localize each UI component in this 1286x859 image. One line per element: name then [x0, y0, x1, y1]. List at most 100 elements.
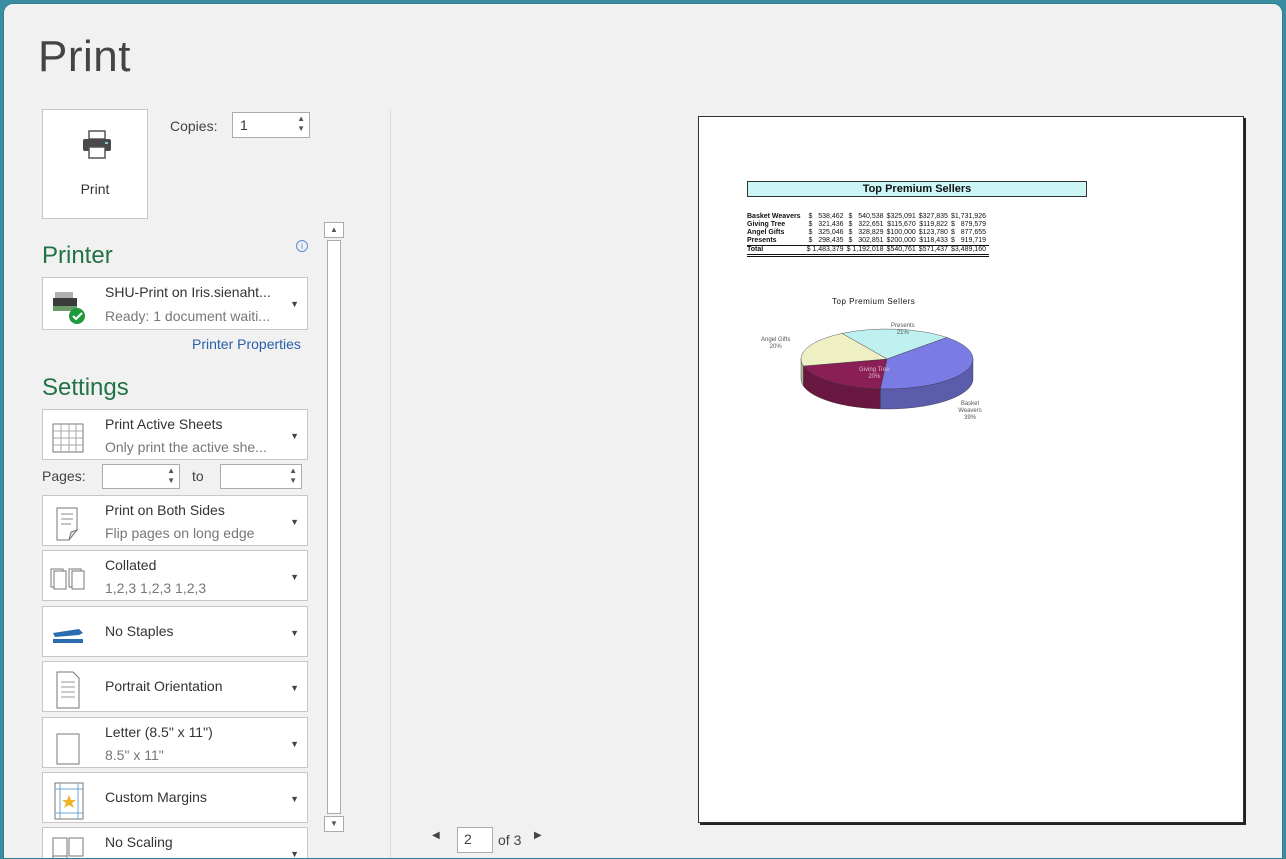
settings-scrollbar[interactable]: ▲ ▼: [324, 222, 344, 858]
page-title: Print: [38, 32, 131, 81]
pie-title: Top Premium Sellers: [832, 297, 916, 306]
print-what-title: Print Active Sheets: [105, 416, 223, 432]
orientation-dropdown[interactable]: Portrait Orientation ▼: [42, 661, 308, 712]
previous-page-icon[interactable]: ◀: [432, 830, 440, 841]
paper-size-dropdown[interactable]: Letter (8.5" x 11") 8.5" x 11" ▼: [42, 717, 308, 768]
settings-panel: Printer i SHU-Print on Iris.sienaht... R…: [36, 222, 324, 859]
print-backstage: Print Print Copies: 1 ▲ ▼ Printer i SHU-P…: [3, 3, 1283, 859]
copies-stepper[interactable]: 1 ▲ ▼: [232, 112, 310, 138]
table-cell: $100,000: [886, 229, 916, 236]
margins-dropdown[interactable]: Custom Margins ▼: [42, 772, 308, 823]
sides-subtitle: Flip pages on long edge: [105, 525, 255, 541]
printer-dropdown[interactable]: SHU-Print on Iris.sienaht... Ready: 1 do…: [42, 277, 308, 330]
chevron-down-icon: ▼: [290, 849, 299, 859]
table-cell: $ 1,192,018: [846, 245, 887, 257]
duplex-page-icon: [56, 507, 79, 541]
table-cell: $1,731,926: [950, 213, 986, 220]
printer-status: Ready: 1 document waiti...: [105, 308, 270, 324]
scroll-down-icon[interactable]: ▼: [324, 816, 344, 832]
pie-label-text: Basket Weavers: [958, 401, 982, 414]
chevron-down-icon: ▼: [290, 683, 299, 693]
printer-name: SHU-Print on Iris.sienaht...: [105, 284, 271, 300]
table-cell: $325,091: [886, 213, 916, 220]
sides-title: Print on Both Sides: [105, 502, 225, 518]
table-cell: $327,835: [918, 213, 948, 220]
scroll-thumb[interactable]: [327, 240, 341, 814]
print-what-dropdown[interactable]: Print Active Sheets Only print the activ…: [42, 409, 308, 460]
scaling-dropdown[interactable]: No Scaling ▼: [42, 827, 308, 859]
spin-arrows-icon[interactable]: ▲ ▼: [297, 114, 305, 134]
row-name: Basket Weavers: [747, 213, 801, 220]
table-cell: $ 1,483,379: [806, 245, 847, 257]
sides-dropdown[interactable]: Print on Both Sides Flip pages on long e…: [42, 495, 308, 546]
paper-size-icon: [56, 733, 80, 765]
table-row: Giving Tree $ 321,436 $ 322,651 $115,670 $11…: [747, 221, 989, 229]
collation-dropdown[interactable]: Collated 1,2,3 1,2,3 1,2,3 ▼: [42, 550, 308, 601]
print-button-label: Print: [80, 181, 110, 197]
pages-to-input[interactable]: ▲ ▼: [220, 464, 302, 489]
table-cell: $ 919,719: [950, 237, 986, 244]
orientation-title: Portrait Orientation: [105, 678, 223, 694]
row-name: Presents: [747, 237, 777, 244]
table-row: Basket Weavers $ 538,462 $ 540,538 $325,091…: [747, 213, 989, 221]
spin-arrows-icon[interactable]: ▲ ▼: [167, 466, 175, 486]
staples-dropdown[interactable]: No Staples ▼: [42, 606, 308, 657]
table-cell: $ 298,435: [808, 237, 844, 244]
printer-ready-icon: [53, 292, 85, 324]
table-cell: $ 879,579: [950, 221, 986, 228]
table-cell: $119,822: [919, 221, 948, 228]
table-cell: $123,780: [918, 229, 948, 236]
chevron-down-icon: ▼: [290, 739, 299, 749]
print-what-subtitle: Only print the active she...: [105, 439, 267, 455]
paper-size-subtitle: 8.5" x 11": [105, 747, 164, 763]
print-button[interactable]: Print: [42, 109, 148, 219]
table-row: Total $ 1,483,379 $ 1,192,018 $540,761 $571,…: [747, 245, 989, 257]
info-icon[interactable]: i: [296, 240, 308, 252]
scaling-title: No Scaling: [105, 834, 173, 850]
current-page-input[interactable]: 2: [457, 827, 493, 853]
pie-label-text: Giving Tree: [859, 367, 890, 373]
table-cell: $ 328,829: [848, 229, 884, 236]
pages-to-label: to: [192, 468, 204, 484]
printer-section-title: Printer: [42, 242, 113, 269]
chevron-down-icon: ▼: [290, 299, 299, 309]
table-cell: $ 540,538: [848, 213, 884, 220]
collation-subtitle: 1,2,3 1,2,3 1,2,3: [105, 580, 207, 596]
chevron-down-icon: ▼: [290, 431, 299, 441]
row-name: Angel Gifts: [747, 229, 785, 236]
table-cell: $ 877,655: [950, 229, 986, 236]
pie-label-text: Presents: [891, 323, 915, 329]
pie-label-text: Angel Gifts: [761, 337, 791, 343]
chevron-down-icon: ▼: [290, 517, 299, 527]
copies-value: 1: [240, 117, 248, 133]
table-cell: $115,670: [887, 221, 916, 228]
pages-from-input[interactable]: ▲ ▼: [102, 464, 180, 489]
table-row: Angel Gifts $ 325,046 $ 328,829 $100,000 $12…: [747, 229, 989, 237]
chevron-down-icon: ▼: [290, 572, 299, 582]
stapler-icon: [53, 629, 83, 643]
next-page-icon[interactable]: ▶: [534, 830, 542, 841]
sheet-title: Top Premium Sellers: [747, 181, 1087, 197]
table-cell: $571,437: [918, 245, 951, 257]
table-cell: $118,433: [919, 237, 948, 244]
pie-label-angel-gifts: Angel Gifts 20%: [761, 337, 790, 351]
pie-label-presents: Presents 21%: [891, 323, 915, 337]
scroll-up-icon[interactable]: ▲: [324, 222, 344, 238]
sheet-grid-icon: [52, 423, 84, 453]
collated-pages-icon: [50, 568, 85, 590]
spin-arrows-icon[interactable]: ▲ ▼: [289, 466, 297, 486]
table-cell: $ 321,436: [808, 221, 844, 228]
pie-label-pct: 20%: [868, 374, 881, 380]
settings-section-title: Settings: [42, 374, 129, 401]
row-name: Total: [747, 245, 807, 257]
printer-properties-link[interactable]: Printer Properties: [192, 336, 301, 352]
sales-table: Basket Weavers $ 538,462 $ 540,538 $325,091…: [747, 213, 989, 257]
row-name: Giving Tree: [747, 221, 786, 228]
scaling-pages-icon: [52, 837, 84, 858]
pie-label-pct: 39%: [963, 415, 976, 421]
portrait-page-icon: [56, 671, 80, 709]
vertical-divider: [390, 109, 391, 858]
pie-label-pct: 21%: [896, 330, 909, 336]
printer-icon: [83, 130, 111, 159]
pie-label-basket-weavers: Basket Weavers 39%: [953, 401, 987, 422]
